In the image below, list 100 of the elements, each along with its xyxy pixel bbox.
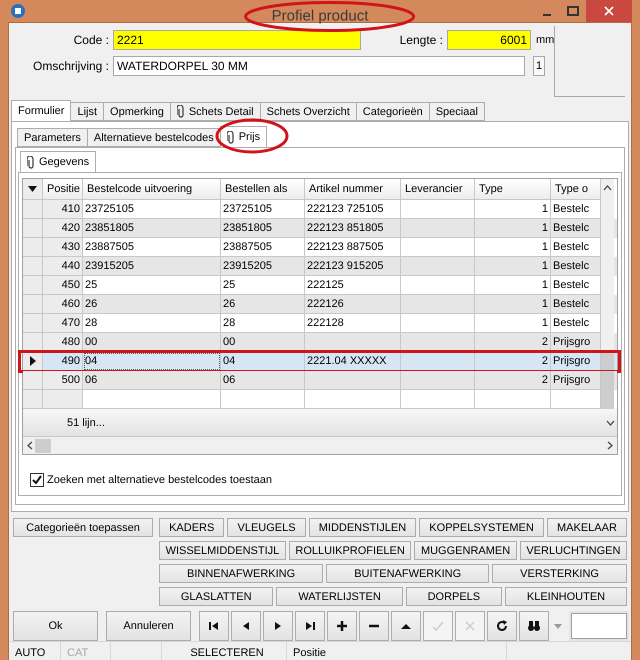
maximize-icon — [567, 6, 579, 16]
minimize-icon — [542, 14, 552, 16]
scroll-right-icon[interactable] — [607, 441, 613, 450]
table-cell: 470 — [43, 314, 83, 333]
binoculars-icon — [527, 619, 541, 633]
cross-icon — [463, 619, 477, 633]
table-row[interactable]: 430 23887505 23887505 222123 887505 1 Bestelc — [23, 238, 617, 257]
close-button[interactable] — [586, 0, 632, 22]
category-button[interactable]: GLASLATTEN — [159, 587, 274, 606]
scroll-down-icon[interactable] — [606, 420, 615, 426]
checkmark-icon — [32, 475, 42, 485]
status-item: CAT — [61, 642, 111, 660]
prev-button[interactable] — [231, 611, 261, 641]
category-button[interactable]: BINNENAFWERKING — [159, 564, 324, 583]
category-button[interactable]: MAKELAAR — [546, 518, 627, 537]
remove-button[interactable] — [359, 611, 389, 641]
category-button[interactable]: KOPPELSYSTEMEN — [419, 518, 544, 537]
column-header[interactable]: Artikel nummer — [305, 179, 401, 200]
category-button[interactable]: VERSTERKING — [492, 564, 627, 583]
category-button[interactable]: MUGGENRAMEN — [414, 541, 517, 560]
last-button[interactable] — [295, 611, 325, 641]
find-button[interactable] — [519, 611, 549, 641]
cancel-button[interactable]: Annuleren — [106, 611, 191, 641]
first-record-icon — [207, 619, 221, 633]
add-button[interactable] — [327, 611, 357, 641]
category-button[interactable]: MIDDENSTIJLEN — [308, 518, 416, 537]
length-label: Lengte : — [398, 33, 444, 47]
column-header[interactable]: Leverancier — [401, 179, 475, 200]
table-cell: 420 — [43, 219, 83, 238]
status-item: SELECTEREN — [162, 642, 287, 660]
paperclip-icon — [226, 130, 235, 144]
scroll-up-icon[interactable] — [603, 185, 612, 191]
tab[interactable]: Schets Overzicht — [260, 102, 357, 121]
sort-arrow-icon — [28, 186, 37, 192]
image-box — [554, 26, 625, 97]
category-button[interactable]: DORPELS — [406, 587, 502, 606]
table-cell: 00 — [83, 333, 221, 352]
ok-button[interactable]: Ok — [13, 611, 98, 641]
table-row[interactable]: 460 26 26 222126 1 Bestelc — [23, 295, 617, 314]
tab[interactable]: Speciaal — [428, 102, 485, 121]
column-header[interactable]: Positie — [43, 179, 83, 200]
tab[interactable]: Prijs — [220, 126, 268, 147]
scroll-left-icon[interactable] — [27, 441, 33, 450]
table-row[interactable]: 450 25 25 222125 1 Bestelc — [23, 276, 617, 295]
code-label: Code : — [72, 33, 110, 47]
status-item: Positie — [287, 642, 507, 660]
refresh-button[interactable] — [487, 611, 517, 641]
tab[interactable]: Parameters — [17, 128, 88, 147]
category-button[interactable]: ROLLUIKPROFIELEN — [288, 541, 412, 560]
length-field[interactable]: 6001 — [447, 30, 531, 50]
tab[interactable]: Opmerking — [103, 102, 171, 121]
category-button[interactable]: VLEUGELS — [227, 518, 306, 537]
table-cell: 450 — [43, 276, 83, 295]
first-button[interactable] — [199, 611, 229, 641]
table-row[interactable]: 420 23851805 23851805 222123 851805 1 Bestelc — [23, 219, 617, 238]
input-field[interactable] — [571, 613, 627, 639]
category-button[interactable]: KLEINHOUTEN — [505, 587, 627, 606]
table-cell: 430 — [43, 238, 83, 257]
search-alternatives-checkbox[interactable]: Zoeken met alternatieve bestelcodes toestaan — [30, 473, 618, 487]
category-button[interactable]: KADERS — [159, 518, 224, 537]
tab[interactable]: Alternatieve bestelcodes — [86, 128, 221, 147]
table-cell: 2 — [475, 333, 551, 352]
column-header[interactable]: Bestelcode uitvoering — [83, 179, 221, 200]
next-button[interactable] — [263, 611, 293, 641]
apply-categories-button[interactable]: Categorieën toepassen — [13, 518, 153, 537]
scrollbar-thumb[interactable] — [35, 438, 51, 452]
caret-icon — [554, 624, 562, 628]
up-button[interactable] — [391, 611, 421, 641]
column-header[interactable]: Type — [475, 179, 551, 200]
table-row[interactable]: 470 28 28 222128 1 Bestelc — [23, 314, 617, 333]
inner-tab[interactable]: Gegevens — [20, 151, 96, 172]
tab[interactable]: Schets Detail — [170, 102, 261, 121]
row-pointer-icon — [30, 356, 36, 366]
paperclip-icon — [27, 156, 35, 168]
table-cell: 410 — [43, 200, 83, 219]
category-button[interactable]: BUITENAFWERKING — [326, 564, 490, 583]
category-button[interactable]: VERLUCHTINGEN — [520, 541, 628, 560]
table-cell: 00 — [221, 333, 305, 352]
checkmark-icon — [431, 619, 445, 633]
column-header[interactable]: Bestellen als — [221, 179, 305, 200]
last-record-icon — [303, 619, 317, 633]
side-field: 1 — [533, 56, 545, 76]
paperclip-icon — [176, 105, 185, 118]
category-button[interactable]: WISSELMIDDENSTIJL — [159, 541, 286, 560]
category-button[interactable]: WATERLIJSTEN — [276, 587, 403, 606]
table-row[interactable]: 410 23725105 23725105 222123 725105 1 Bestelc — [23, 200, 617, 219]
window-title: Profiel product — [272, 8, 368, 24]
tab[interactable]: Categorieën — [356, 102, 430, 121]
table-row[interactable]: 440 23915205 23915205 222123 915205 1 Bestelc — [23, 257, 617, 276]
column-header[interactable]: Type o — [551, 179, 601, 200]
table-row[interactable]: 500 06 06 2 Prijsgro — [23, 371, 617, 390]
description-field[interactable]: WATERDORPEL 30 MM — [113, 56, 525, 76]
status-item: AUTO — [9, 642, 61, 660]
table-cell: 500 — [43, 371, 83, 390]
tab[interactable]: Formulier — [11, 100, 72, 121]
tab[interactable]: Lijst — [70, 102, 104, 121]
code-field[interactable]: 2221 — [113, 30, 361, 50]
horizontal-scrollbar[interactable] — [23, 437, 617, 454]
table-cell: 440 — [43, 257, 83, 276]
row-count: 51 lijn... — [66, 416, 105, 428]
